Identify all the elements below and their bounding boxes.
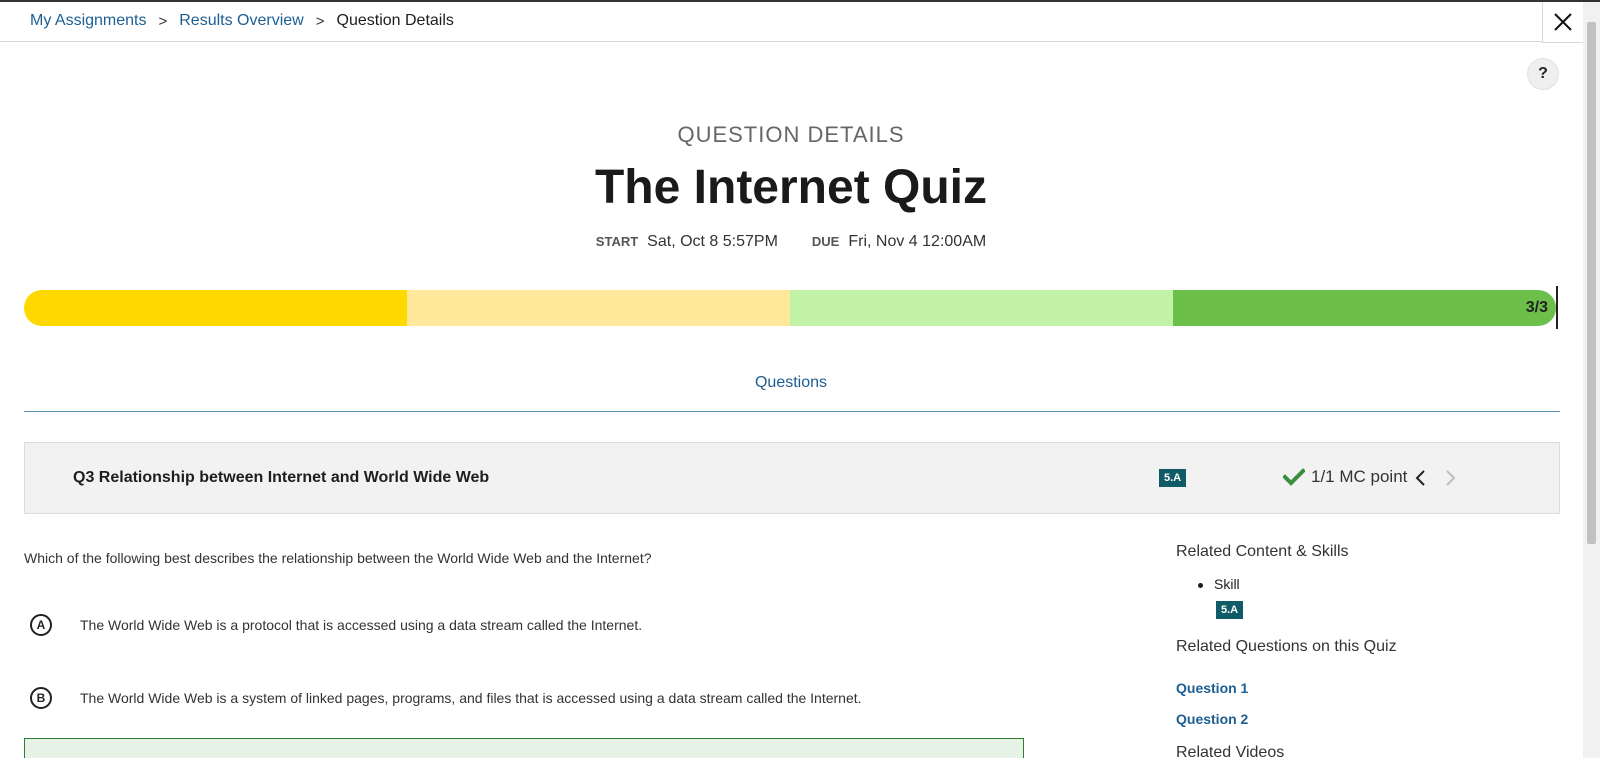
- next-question-button[interactable]: [1443, 469, 1457, 487]
- breadcrumb-separator: >: [315, 12, 325, 30]
- breadcrumb-current: Question Details: [336, 12, 454, 29]
- chevron-right-icon: [1446, 470, 1456, 486]
- page-eyebrow: QUESTION DETAILS: [677, 122, 905, 147]
- question-header: Q3 Relationship between Internet and Wor…: [24, 442, 1560, 514]
- tab-underline: [24, 411, 1560, 412]
- question-details-page: My Assignments > Results Overview > Ques…: [0, 0, 1600, 758]
- breadcrumb-results-overview[interactable]: Results Overview: [179, 12, 303, 30]
- previous-question-button[interactable]: [1414, 469, 1428, 487]
- skill-list-item: Skill: [1198, 576, 1240, 592]
- answer-choice-b[interactable]: B The World Wide Web is a system of link…: [30, 687, 862, 709]
- tab-questions[interactable]: Questions: [0, 374, 1582, 392]
- related-videos-heading: Related Videos: [1176, 744, 1285, 758]
- choice-text: The World Wide Web is a system of linked…: [80, 690, 862, 706]
- progress-marker: [1556, 286, 1558, 329]
- choice-letter-icon: B: [30, 687, 52, 709]
- related-questions-heading: Related Questions on this Quiz: [1176, 638, 1397, 655]
- start-date: Sat, Oct 8 5:57PM: [647, 233, 778, 250]
- skill-label: Skill: [1214, 576, 1240, 592]
- skill-badge: 5.A: [1159, 469, 1187, 487]
- progress-label: 3/3: [1525, 299, 1548, 316]
- due-date: Fri, Nov 4 12:00AM: [848, 233, 987, 250]
- breadcrumb-my-assignments[interactable]: My Assignments: [30, 12, 146, 30]
- related-content-heading: Related Content & Skills: [1176, 543, 1349, 560]
- related-question-link[interactable]: Question 2: [1176, 711, 1248, 727]
- chevron-left-icon: [1415, 470, 1425, 486]
- close-button[interactable]: [1542, 2, 1583, 43]
- check-icon: [1283, 468, 1305, 486]
- scrollbar-thumb[interactable]: [1587, 22, 1596, 544]
- help-button[interactable]: ?: [1527, 58, 1559, 90]
- sidebar-skill-badge: 5.A: [1216, 601, 1244, 619]
- breadcrumb: My Assignments > Results Overview > Ques…: [30, 12, 454, 30]
- due-label: DUE: [811, 234, 840, 249]
- quiz-dates: START Sat, Oct 8 5:57PM DUE Fri, Nov 4 1…: [0, 233, 1582, 251]
- progress-segment: [790, 290, 1173, 326]
- question-prompt: Which of the following best describes th…: [24, 550, 652, 566]
- breadcrumb-separator: >: [158, 12, 168, 30]
- progress-segment: 3/3: [1173, 290, 1556, 326]
- score-text: 1/1 MC point: [1311, 467, 1408, 486]
- answer-choice-a[interactable]: A The World Wide Web is a protocol that …: [30, 614, 642, 636]
- start-label: START: [595, 234, 639, 249]
- answer-choice-correct[interactable]: [24, 738, 1024, 758]
- choice-letter-icon: A: [30, 614, 52, 636]
- progress-segment: [24, 290, 407, 326]
- close-icon: [1554, 13, 1572, 31]
- header-bar: My Assignments > Results Overview > Ques…: [0, 2, 1542, 42]
- related-question-link[interactable]: Question 1: [1176, 680, 1248, 696]
- question-score: 1/1 MC point: [1283, 467, 1407, 487]
- quiz-title: The Internet Quiz: [594, 161, 987, 214]
- choice-text: The World Wide Web is a protocol that is…: [80, 617, 643, 633]
- progress-bar: 3/3: [24, 290, 1556, 326]
- question-title: Q3 Relationship between Internet and Wor…: [73, 469, 490, 486]
- scrollbar[interactable]: [1583, 2, 1600, 758]
- progress-segment: [407, 290, 790, 326]
